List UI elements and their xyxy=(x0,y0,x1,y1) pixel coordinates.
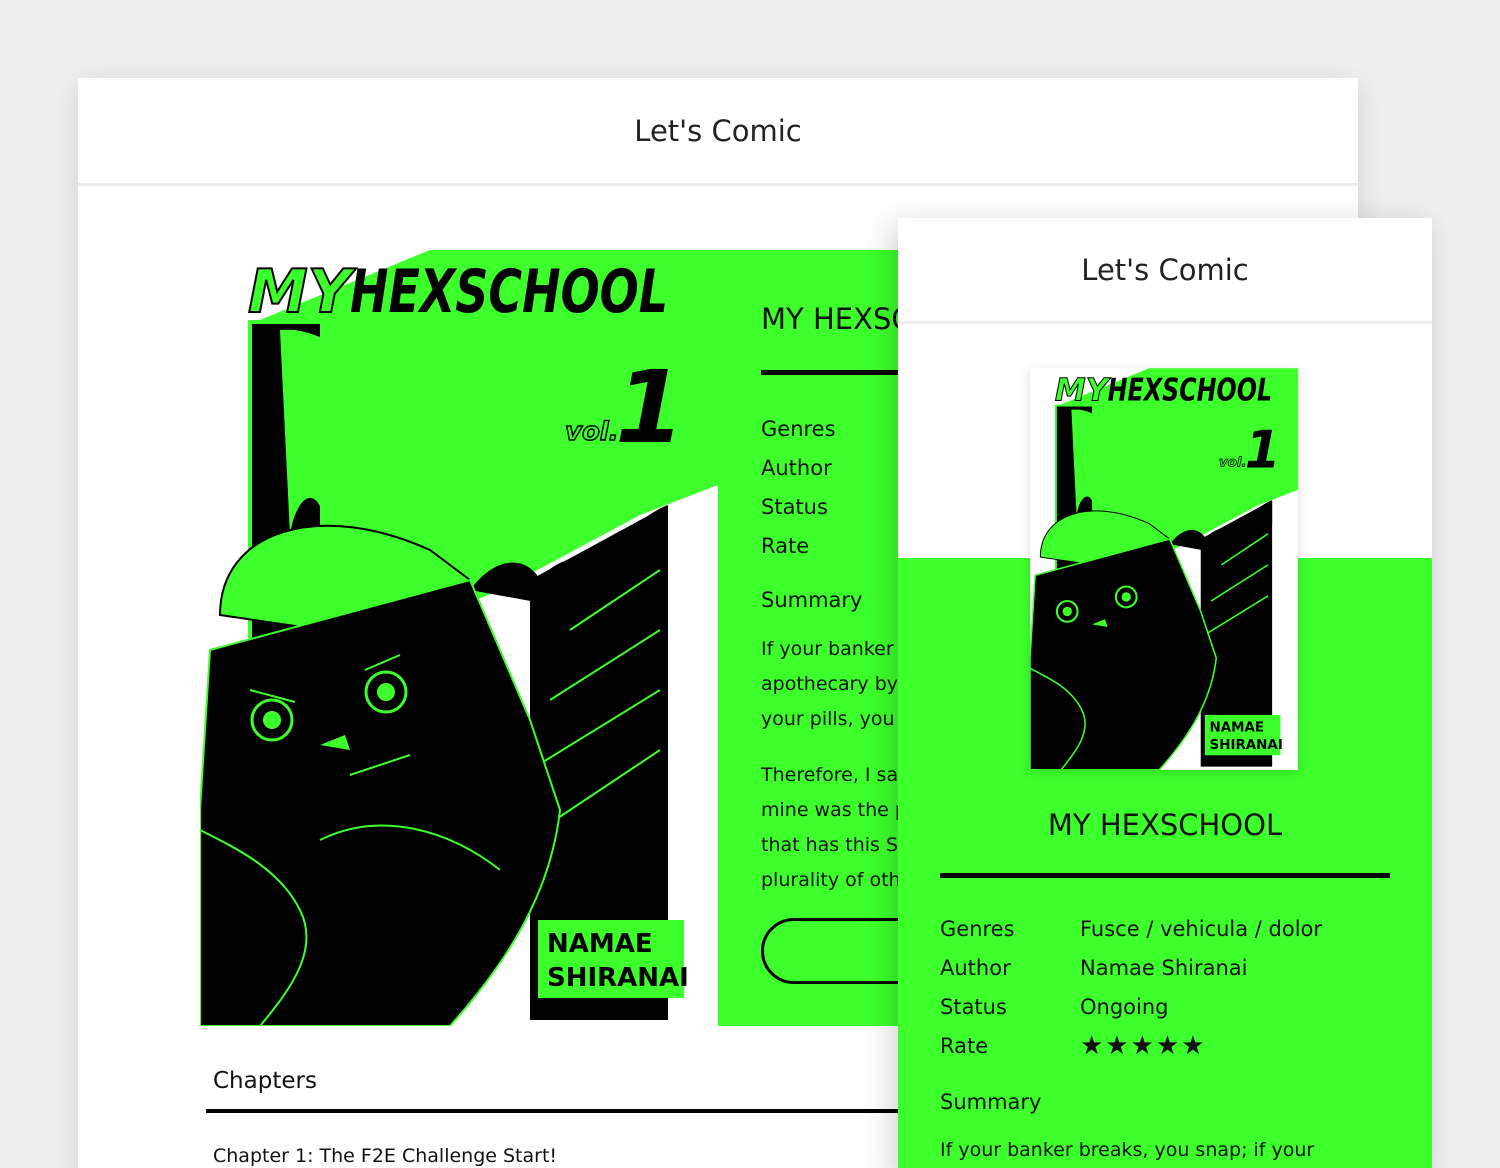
genres-value[interactable]: Fusce / vehicula / dolor xyxy=(1080,910,1322,949)
mobile-meta-labels: Genres Author Status Rate xyxy=(940,910,1015,1066)
desktop-book-cover: NAMAE SHIRANAI MY HEXSCHOOL vol. 1 xyxy=(200,250,718,1026)
mobile-book-cover: NAMAE SHIRANAI MY HEXSCHOOL vol. 1 xyxy=(1030,368,1298,770)
cover-title-my: MY xyxy=(1055,372,1112,408)
status-label: Status xyxy=(761,495,828,519)
cover-title-my: MY xyxy=(248,257,357,327)
summary-line: your pills, you c xyxy=(761,708,912,730)
genres-label: Genres xyxy=(940,917,1015,941)
status-value: Ongoing xyxy=(1080,995,1169,1019)
rate-label: Rate xyxy=(761,534,810,558)
cover-title-hexschool: HEXSCHOOL xyxy=(1108,372,1273,408)
status-label: Status xyxy=(940,995,1007,1019)
summary-line: If your banker b xyxy=(761,638,912,660)
cover-author-line-2: SHIRANAI xyxy=(1210,738,1283,753)
summary-line: apothecary by xyxy=(761,673,898,695)
cover-illustration: NAMAE SHIRANAI MY HEXSCHOOL vol. 1 xyxy=(200,250,718,1026)
cover-illustration: NAMAE SHIRANAI MY HEXSCHOOL vol. 1 xyxy=(1030,368,1298,770)
summary-heading: Summary xyxy=(761,588,863,612)
title-divider xyxy=(940,873,1390,878)
genres-label: Genres xyxy=(761,417,836,441)
author-value[interactable]: Namae Shiranai xyxy=(1080,949,1322,988)
cover-author-line-1: NAMAE xyxy=(1210,720,1265,735)
desktop-header: Let's Comic xyxy=(78,78,1358,186)
author-label: Author xyxy=(761,456,832,480)
summary-line: Therefore, I say xyxy=(761,764,910,786)
summary-heading: Summary xyxy=(940,1090,1042,1114)
chapter-link[interactable]: Chapter 1: The F2E Challenge Start! xyxy=(213,1145,557,1167)
author-label: Author xyxy=(940,956,1011,980)
cover-author-line-1: NAMAE xyxy=(547,929,653,959)
mobile-meta-values: Fusce / vehicula / dolor Namae Shiranai … xyxy=(1080,910,1322,1066)
cover-title-hexschool: HEXSCHOOL xyxy=(350,257,668,327)
summary-line: mine was the p xyxy=(761,799,907,821)
cover-vol-number: 1 xyxy=(1245,421,1281,481)
cover-vol-label: vol. xyxy=(565,417,619,447)
chapters-heading: Chapters xyxy=(213,1068,317,1094)
mobile-summary: If your banker breaks, you snap; if your xyxy=(940,1139,1315,1161)
cover-author-line-2: SHIRANAI xyxy=(547,963,689,993)
cover-vol-number: 1 xyxy=(615,349,685,466)
app-title[interactable]: Let's Comic xyxy=(1081,253,1248,287)
rating-stars[interactable]: ★★★★★ xyxy=(1080,1027,1322,1066)
desktop-meta-labels: Genres Author Status Rate xyxy=(761,410,836,566)
summary-line: plurality of oth xyxy=(761,869,901,891)
summary-line: that has this Si xyxy=(761,834,904,856)
desktop-book-title: MY HEXSC xyxy=(761,302,912,336)
app-title[interactable]: Let's Comic xyxy=(634,114,801,148)
mobile-preview: Let's Comic NAMAE SHIRANAI MY HEXSCHOOL … xyxy=(898,218,1432,1168)
mobile-book-title: MY HEXSCHOOL xyxy=(1047,808,1283,842)
mobile-header: Let's Comic xyxy=(898,218,1432,324)
rate-label: Rate xyxy=(940,1034,989,1058)
cover-vol-label: vol. xyxy=(1219,456,1247,471)
